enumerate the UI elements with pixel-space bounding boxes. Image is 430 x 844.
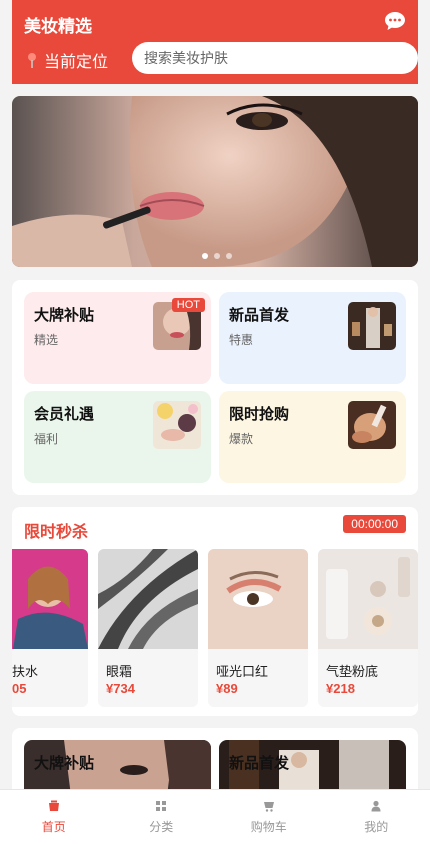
category-tile-brand-subsidy[interactable]: 大牌补贴 精选 HOT xyxy=(24,292,211,384)
nav-item-profile[interactable]: 我的 xyxy=(323,790,430,844)
flash-sale-title: 限时秒杀 xyxy=(24,524,89,541)
product-name: 哑光口红 xyxy=(216,664,269,679)
product-image xyxy=(12,549,88,649)
pagination-dot[interactable] xyxy=(214,253,220,259)
nav-item-cart[interactable]: 购物车 xyxy=(215,790,323,844)
nav-item-category[interactable]: 分类 xyxy=(108,790,216,844)
nav-item-home[interactable]: 首页 xyxy=(0,790,108,844)
category-subtitle: 福利 xyxy=(34,432,59,446)
product-price: ¥734 xyxy=(106,681,135,696)
pagination-dot[interactable] xyxy=(226,253,232,259)
hot-badge: HOT xyxy=(171,298,205,312)
category-tile-new-arrivals[interactable]: 新品首发 特惠 xyxy=(219,292,406,384)
product-name: 眼霜 xyxy=(106,664,133,679)
nav-label: 购物车 xyxy=(250,819,287,834)
flash-sale-section: 限时秒杀 00:00:00 扶水 05 眼霜 ¥734 哑光口红 ¥89 气垫粉… xyxy=(12,507,418,716)
category-thumbnail xyxy=(348,401,396,449)
category-name: 新品首发 xyxy=(229,307,290,324)
category-name: 大牌补贴 xyxy=(34,307,95,324)
product-image xyxy=(98,549,198,649)
category-subtitle: 特惠 xyxy=(229,333,254,347)
search-input[interactable] xyxy=(144,50,418,66)
nav-label: 我的 xyxy=(364,819,389,834)
banner-image xyxy=(12,96,418,267)
banner-pagination[interactable] xyxy=(202,253,232,259)
user-icon xyxy=(371,800,381,811)
product-name: 扶水 xyxy=(12,664,39,679)
category-tile-member-perks[interactable]: 会员礼遇 福利 xyxy=(24,391,211,483)
category-thumbnail xyxy=(348,302,396,350)
app-header: 美妆精选 当前定位 xyxy=(12,0,418,84)
bottom-navigation: 首页 分类 购物车 我的 xyxy=(0,789,430,844)
category-tile-flash-deals[interactable]: 限时抢购 爆款 xyxy=(219,391,406,483)
grid-icon xyxy=(156,800,167,811)
search-bar[interactable] xyxy=(132,42,418,74)
product-card[interactable]: 眼霜 ¥734 xyxy=(98,549,198,707)
pagination-dot[interactable] xyxy=(202,253,208,259)
product-image xyxy=(208,549,308,649)
brand-card-title: 大牌补贴 xyxy=(34,755,95,772)
countdown-timer: 00:00:00 xyxy=(343,515,406,533)
product-card[interactable]: 扶水 05 xyxy=(12,549,88,707)
product-price: 05 xyxy=(12,681,27,696)
category-subtitle: 爆款 xyxy=(229,432,254,446)
location-pin-icon xyxy=(28,53,36,68)
app-title: 美妆精选 xyxy=(24,17,92,36)
cart-icon xyxy=(263,801,274,812)
nav-label: 分类 xyxy=(149,819,174,834)
category-name: 限时抢购 xyxy=(229,406,290,423)
location-selector[interactable]: 当前定位 xyxy=(26,48,108,72)
product-card[interactable]: 气垫粉底 ¥218 xyxy=(318,549,418,707)
brand-card-title: 新品首发 xyxy=(229,755,290,772)
promo-banner[interactable] xyxy=(12,96,418,267)
category-thumbnail xyxy=(153,401,201,449)
chat-icon[interactable] xyxy=(384,11,406,31)
nav-label: 首页 xyxy=(41,819,66,834)
product-image xyxy=(318,549,418,649)
category-name: 会员礼遇 xyxy=(34,406,95,423)
product-price: ¥89 xyxy=(216,681,238,696)
home-icon xyxy=(48,800,59,811)
product-name: 气垫粉底 xyxy=(326,664,379,679)
category-grid: 大牌补贴 精选 HOT 新品首发 特惠 会员礼遇 福利 限时抢购 爆款 xyxy=(12,280,418,495)
product-price: ¥218 xyxy=(326,681,355,696)
category-subtitle: 精选 xyxy=(34,333,59,347)
product-card[interactable]: 哑光口红 ¥89 xyxy=(208,549,308,707)
location-label: 当前定位 xyxy=(44,54,109,71)
